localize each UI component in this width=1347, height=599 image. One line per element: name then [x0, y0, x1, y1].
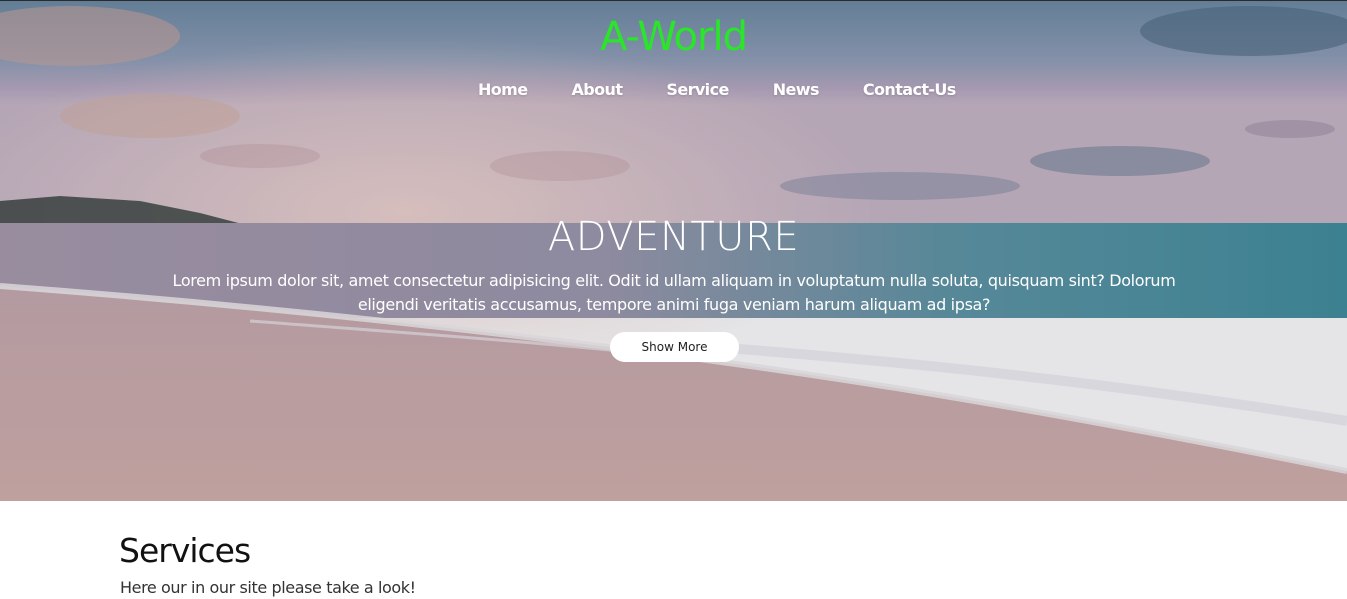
hero-description: Lorem ipsum dolor sit, amet consectetur … — [172, 271, 1176, 314]
services-section: Services Here our in our site please tak… — [0, 501, 1347, 598]
services-heading: Services — [119, 531, 251, 570]
nav-item-contact-us[interactable]: Contact-Us — [863, 77, 956, 103]
hero-title: ADVENTURE — [547, 214, 800, 260]
hero-section: A-World Home About Service News Contact-… — [0, 0, 1347, 501]
nav-item-about[interactable]: About — [572, 77, 623, 103]
services-subtitle: Here our in our site please take a look! — [120, 578, 416, 597]
main-nav: Home About Service News Contact-Us — [456, 77, 978, 103]
site-logo[interactable]: A-World — [0, 13, 1347, 61]
nav-item-news[interactable]: News — [773, 77, 820, 103]
nav-item-service[interactable]: Service — [666, 77, 729, 103]
show-more-button[interactable]: Show More — [610, 332, 739, 362]
nav-item-home[interactable]: Home — [478, 77, 528, 103]
